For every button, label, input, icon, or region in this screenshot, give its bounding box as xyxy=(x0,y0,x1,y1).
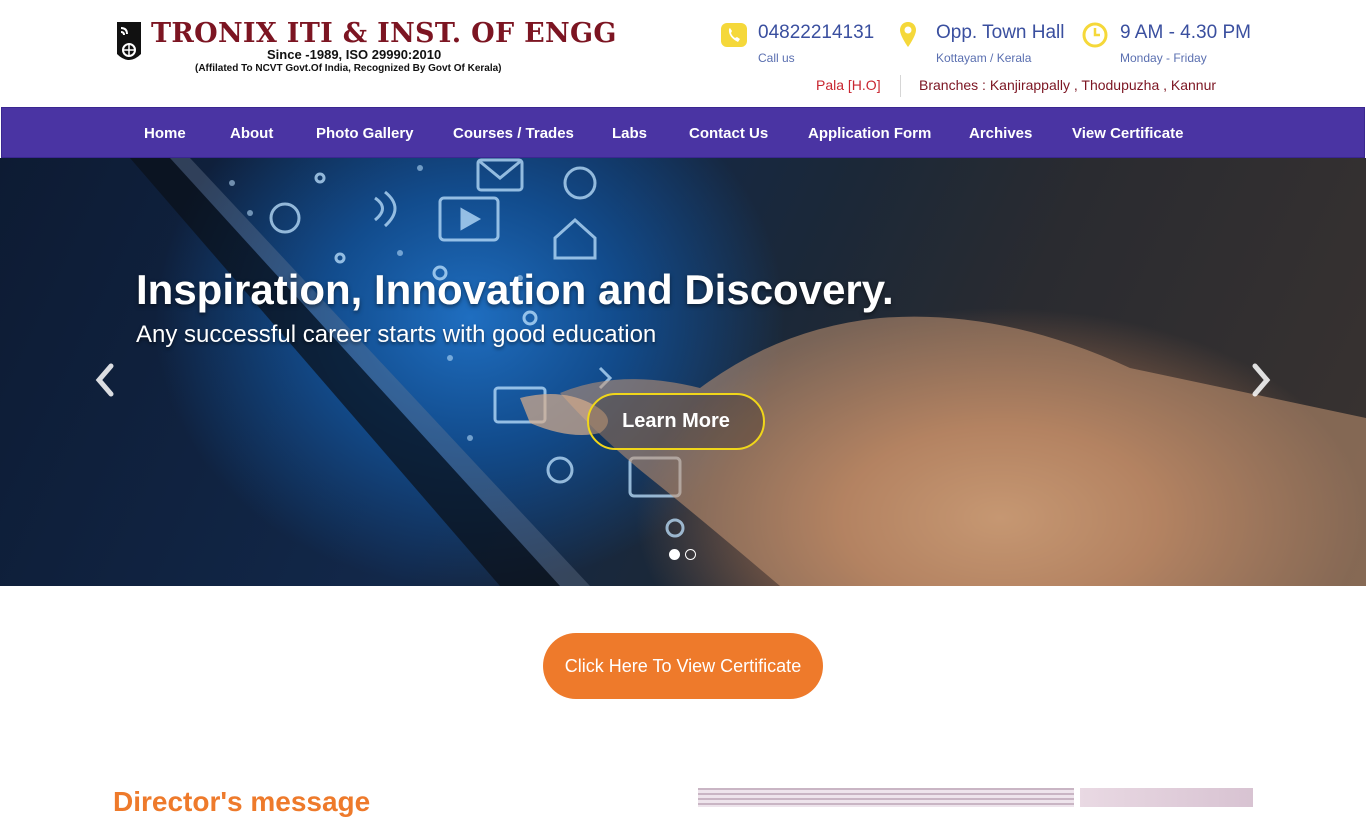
hero-background-illustration xyxy=(130,158,1366,586)
phone-caption: Call us xyxy=(758,51,795,65)
logo-since: Since -1989, ISO 29990:2010 xyxy=(267,47,442,62)
hours-value: 9 AM - 4.30 PM xyxy=(1120,22,1251,43)
nav-courses-trades[interactable]: Courses / Trades xyxy=(453,125,574,142)
branches-list: Branches : Kanjirappally , Thodupuzha , … xyxy=(919,77,1217,93)
nav-view-certificate[interactable]: View Certificate xyxy=(1072,125,1183,142)
nav-home[interactable]: Home xyxy=(144,125,186,142)
logo-title: TRONIX ITI & INST. OF ENGG xyxy=(151,18,617,49)
nav-labs[interactable]: Labs xyxy=(612,125,647,142)
clock-icon xyxy=(1082,22,1108,48)
nav-archives[interactable]: Archives xyxy=(969,125,1032,142)
slider-dot-2[interactable] xyxy=(685,549,696,560)
phone-icon xyxy=(721,23,747,47)
learn-more-button[interactable]: Learn More xyxy=(587,393,765,450)
nav-about[interactable]: About xyxy=(230,125,273,142)
slider-prev-arrow-icon[interactable] xyxy=(93,362,117,398)
nav-photo-gallery[interactable]: Photo Gallery xyxy=(316,125,414,142)
hero-slider: Inspiration, Innovation and Discovery. A… xyxy=(0,158,1366,586)
map-pin-icon xyxy=(900,22,916,47)
director-photo-2 xyxy=(1080,788,1253,807)
hero-subtitle: Any successful career starts with good e… xyxy=(136,321,657,348)
director-photos xyxy=(698,788,1253,807)
contact-location: Opp. Town Hall Kottayam / Kerala xyxy=(898,20,1078,70)
contact-phone[interactable]: 04822214131 Call us xyxy=(720,20,890,70)
location-caption: Kottayam / Kerala xyxy=(936,51,1032,65)
branch-divider xyxy=(900,75,901,97)
logo-affiliation: (Affilated To NCVT Govt.Of India, Recogn… xyxy=(195,63,502,74)
contact-hours: 9 AM - 4.30 PM Monday - Friday xyxy=(1082,20,1262,70)
location-name: Opp. Town Hall xyxy=(936,22,1065,43)
site-header: TRONIX ITI & INST. OF ENGG Since -1989, … xyxy=(0,0,1366,107)
view-certificate-button[interactable]: Click Here To View Certificate xyxy=(543,633,823,699)
director-message-heading: Director's message xyxy=(113,786,371,817)
hours-caption: Monday - Friday xyxy=(1120,51,1207,65)
slider-next-arrow-icon[interactable] xyxy=(1249,362,1273,398)
slider-pagination xyxy=(669,549,699,561)
phone-number[interactable]: 04822214131 xyxy=(758,22,874,44)
nav-contact-us[interactable]: Contact Us xyxy=(689,125,768,142)
slider-dot-1[interactable] xyxy=(669,549,680,560)
director-photo-1 xyxy=(698,788,1074,807)
logo-emblem-icon xyxy=(117,22,141,60)
site-logo[interactable]: TRONIX ITI & INST. OF ENGG Since -1989, … xyxy=(115,18,616,78)
main-nav: Home About Photo Gallery Courses / Trade… xyxy=(1,107,1365,158)
head-office-label[interactable]: Pala [H.O] xyxy=(816,77,881,93)
hero-title: Inspiration, Innovation and Discovery. xyxy=(136,266,894,313)
nav-application-form[interactable]: Application Form xyxy=(808,125,931,142)
